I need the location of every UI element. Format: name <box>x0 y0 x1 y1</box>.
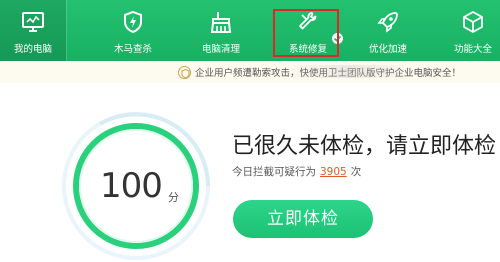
shield-lightning-icon <box>121 10 145 34</box>
start-checkup-button[interactable]: 立即体检 <box>233 200 373 238</box>
tab-my-computer[interactable]: 我的电脑 <box>0 0 66 61</box>
tab-label: 我的电脑 <box>13 44 52 55</box>
checkup-headline: 已很久未体检，请立即体检 <box>232 134 497 159</box>
cube-icon <box>461 10 485 34</box>
tab-all-features[interactable]: 功能大全 <box>440 0 500 61</box>
broom-icon <box>209 10 233 34</box>
tab-optimize-speedup[interactable]: 优化加速 <box>355 0 421 61</box>
health-score-value: 100 <box>100 166 163 206</box>
tab-label: 木马查杀 <box>113 44 152 55</box>
tab-label: 优化加速 <box>368 44 407 55</box>
intercept-prefix: 今日拦截可疑行为 <box>232 166 316 178</box>
intercept-stats: 今日拦截可疑行为 3905 次 <box>232 164 361 179</box>
health-score-unit: 分 <box>168 191 179 204</box>
notice-glare <box>292 65 404 78</box>
tab-pc-cleanup[interactable]: 电脑清理 <box>188 0 254 61</box>
tab-divider <box>66 0 67 61</box>
selection-highlight-box <box>273 9 339 57</box>
top-navigation: 我的电脑 木马查杀 电脑清理 系统修复 优化加速 功能大全 <box>0 0 500 61</box>
security-notice-bar[interactable]: 企业用户频遭勒索攻击，快使用卫士团队版守护企业电脑安全！ <box>0 61 500 83</box>
tab-label: 功能大全 <box>453 44 492 55</box>
rocket-icon <box>376 10 400 34</box>
intercept-suffix: 次 <box>350 166 362 178</box>
monitor-icon <box>21 10 45 34</box>
intercept-count-link[interactable]: 3905 <box>320 166 347 178</box>
tab-label: 电脑清理 <box>201 44 240 55</box>
info-shield-icon <box>178 66 191 79</box>
tab-trojan-scan[interactable]: 木马查杀 <box>100 0 166 61</box>
